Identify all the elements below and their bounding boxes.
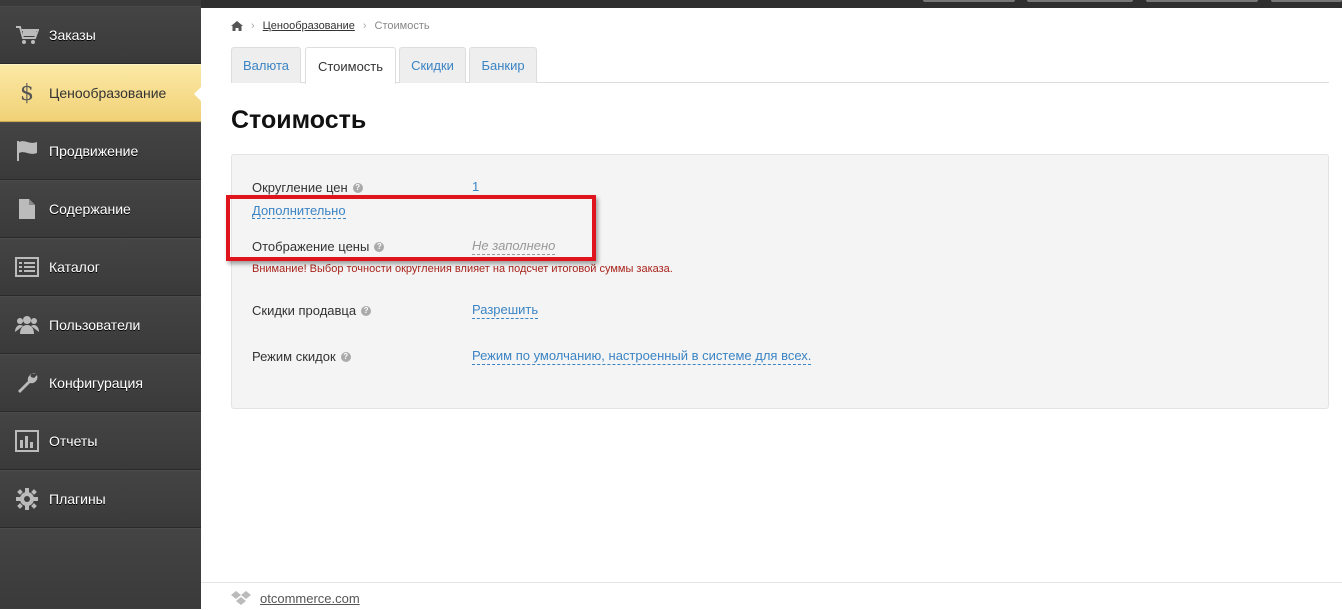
settings-panel: Округление цен ? 1 Дополнительно Отображ…	[231, 154, 1329, 409]
help-icon[interactable]: ?	[340, 351, 351, 362]
page-title: Стоимость	[231, 106, 367, 134]
tab-currency[interactable]: Валюта	[231, 47, 301, 83]
gear-icon	[14, 486, 40, 512]
sidebar-item-content[interactable]: Содержание	[0, 180, 201, 238]
breadcrumb-separator: ›	[362, 20, 367, 32]
sidebar-item-label: Продвижение	[49, 143, 139, 159]
sidebar-item-orders[interactable]: Заказы	[0, 6, 201, 64]
help-icon[interactable]: ?	[361, 305, 372, 316]
top-bar-button[interactable]	[923, 0, 1015, 2]
rounding-row-label: Округление цен ?	[252, 180, 363, 195]
sidebar-item-plugins[interactable]: Плагины	[0, 470, 201, 528]
tab-banker[interactable]: Банкир	[469, 47, 537, 83]
sidebar-empty	[0, 528, 201, 609]
users-icon	[14, 312, 40, 338]
tab-bar: Валюта Стоимость Скидки Банкир	[231, 47, 1329, 84]
sidebar-item-label: Конфигурация	[49, 375, 143, 391]
top-bar	[0, 0, 1342, 8]
rounding-warning: Внимание! Выбор точности округления влия…	[252, 263, 673, 275]
more-options-link[interactable]: Дополнительно	[252, 203, 346, 219]
sidebar-item-label: Содержание	[49, 201, 131, 217]
flag-icon	[14, 138, 40, 164]
sidebar-item-reports[interactable]: Отчеты	[0, 412, 201, 470]
sidebar-item-label: Отчеты	[49, 433, 98, 449]
sidebar-item-label: Заказы	[49, 27, 96, 43]
chart-icon	[14, 428, 40, 454]
dollar-icon: $	[20, 80, 34, 106]
sidebar-item-label: Плагины	[49, 491, 106, 507]
footer-link[interactable]: otcommerce.com	[260, 591, 360, 606]
discount-mode-label: Режим скидок	[252, 349, 336, 364]
breadcrumb-link-pricing[interactable]: Ценообразование	[263, 20, 355, 32]
seller-discount-label: Скидки продавца	[252, 303, 357, 318]
help-icon[interactable]: ?	[374, 241, 385, 252]
seller-discount-row-label: Скидки продавца ?	[252, 303, 372, 318]
sidebar-item-label: Пользователи	[49, 317, 141, 333]
wrench-icon	[14, 370, 40, 396]
sidebar-item-catalog[interactable]: Каталог	[0, 238, 201, 296]
home-icon[interactable]	[231, 21, 243, 31]
sidebar-item-users[interactable]: Пользователи	[0, 296, 201, 354]
price-display-value[interactable]: Не заполнено	[472, 238, 556, 255]
price-display-label: Отображение цены	[252, 239, 370, 254]
sidebar: Заказы $ Ценообразование Продвижение Сод…	[0, 0, 202, 609]
sidebar-item-configuration[interactable]: Конфигурация	[0, 354, 201, 412]
help-icon[interactable]: ?	[352, 182, 363, 193]
breadcrumb: › Ценообразование › Стоимость	[231, 18, 430, 34]
top-bar-button[interactable]	[1146, 0, 1258, 2]
breadcrumb-current: Стоимость	[374, 20, 430, 32]
sidebar-item-pricing[interactable]: $ Ценообразование	[0, 64, 202, 122]
price-display-row-label: Отображение цены ?	[252, 239, 385, 254]
seller-discount-value[interactable]: Разрешить	[472, 302, 539, 319]
sidebar-item-promotion[interactable]: Продвижение	[0, 122, 201, 180]
cart-icon	[14, 22, 40, 48]
tab-cost[interactable]: Стоимость	[305, 47, 396, 84]
sidebar-item-label: Ценообразование	[49, 85, 167, 101]
rounding-label: Округление цен	[252, 180, 348, 195]
breadcrumb-separator: ›	[251, 20, 255, 32]
sidebar-item-label: Каталог	[49, 259, 100, 275]
otcommerce-logo-icon	[231, 591, 251, 605]
footer: otcommerce.com	[201, 582, 1342, 609]
top-bar-button[interactable]	[1271, 0, 1342, 2]
list-icon	[14, 254, 40, 280]
tab-discounts[interactable]: Скидки	[399, 47, 466, 83]
discount-mode-value[interactable]: Режим по умолчанию, настроенный в систем…	[472, 348, 812, 365]
top-bar-button[interactable]	[1027, 0, 1133, 2]
document-icon	[14, 196, 40, 222]
discount-mode-row-label: Режим скидок ?	[252, 349, 351, 364]
rounding-value[interactable]: 1	[472, 179, 479, 194]
